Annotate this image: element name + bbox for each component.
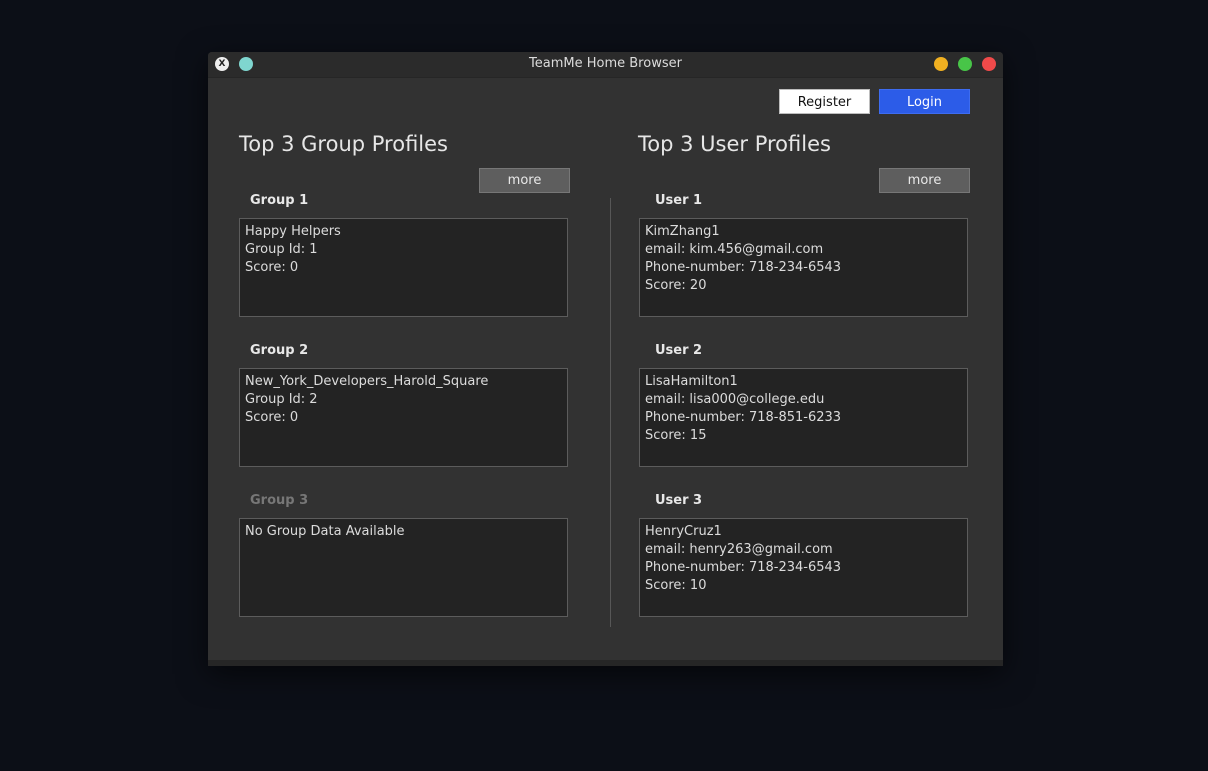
group-2-id: Group Id: 2	[245, 392, 318, 407]
group-1-score: Score: 0	[245, 260, 299, 275]
user-1-email: email: kim.456@gmail.com	[645, 242, 824, 257]
maximize-icon[interactable]	[958, 57, 972, 71]
user-3-label: User 3	[655, 493, 703, 508]
user-3-phone: Phone-number: 718-234-6543	[645, 560, 842, 575]
group-1-label: Group 1	[250, 193, 309, 208]
user-3-username: HenryCruz1	[645, 524, 722, 539]
register-button[interactable]: Register	[779, 89, 870, 114]
user-2-phone: Phone-number: 718-851-6233	[645, 410, 842, 425]
groups-section-title: Top 3 Group Profiles	[239, 132, 448, 156]
group-1-card: Happy Helpers Group Id: 1 Score: 0	[239, 218, 568, 317]
window-title: TeamMe Home Browser	[529, 56, 682, 71]
user-1-card: KimZhang1 email: kim.456@gmail.com Phone…	[639, 218, 968, 317]
title-bar: X TeamMe Home Browser	[208, 52, 1003, 78]
column-divider	[610, 198, 611, 627]
users-section-title: Top 3 User Profiles	[638, 132, 831, 156]
window-bottom-edge	[208, 660, 1003, 666]
group-2-card: New_York_Developers_Harold_Square Group …	[239, 368, 568, 467]
group-3-label: Group 3	[250, 493, 309, 508]
login-button[interactable]: Login	[879, 89, 970, 114]
groups-more-button[interactable]: more	[479, 168, 570, 193]
user-2-score: Score: 15	[645, 428, 707, 443]
user-2-email: email: lisa000@college.edu	[645, 392, 825, 407]
user-1-score: Score: 20	[645, 278, 707, 293]
group-2-label: Group 2	[250, 343, 309, 358]
close-icon[interactable]	[982, 57, 996, 71]
user-2-card: LisaHamilton1 email: lisa000@college.edu…	[639, 368, 968, 467]
minimize-icon[interactable]	[934, 57, 948, 71]
app-window: X TeamMe Home Browser Register Login Top…	[208, 52, 1003, 666]
user-3-card: HenryCruz1 email: henry263@gmail.com Pho…	[639, 518, 968, 617]
group-1-id: Group Id: 1	[245, 242, 318, 257]
group-1-name: Happy Helpers	[245, 224, 341, 239]
group-3-card: No Group Data Available	[239, 518, 568, 617]
group-2-name: New_York_Developers_Harold_Square	[245, 374, 489, 389]
user-1-phone: Phone-number: 718-234-6543	[645, 260, 842, 275]
group-2-score: Score: 0	[245, 410, 299, 425]
user-2-username: LisaHamilton1	[645, 374, 738, 389]
user-2-label: User 2	[655, 343, 703, 358]
group-3-empty-message: No Group Data Available	[245, 524, 405, 539]
user-1-username: KimZhang1	[645, 224, 720, 239]
users-more-button[interactable]: more	[879, 168, 970, 193]
user-3-score: Score: 10	[645, 578, 707, 593]
user-1-label: User 1	[655, 193, 703, 208]
user-3-email: email: henry263@gmail.com	[645, 542, 833, 557]
